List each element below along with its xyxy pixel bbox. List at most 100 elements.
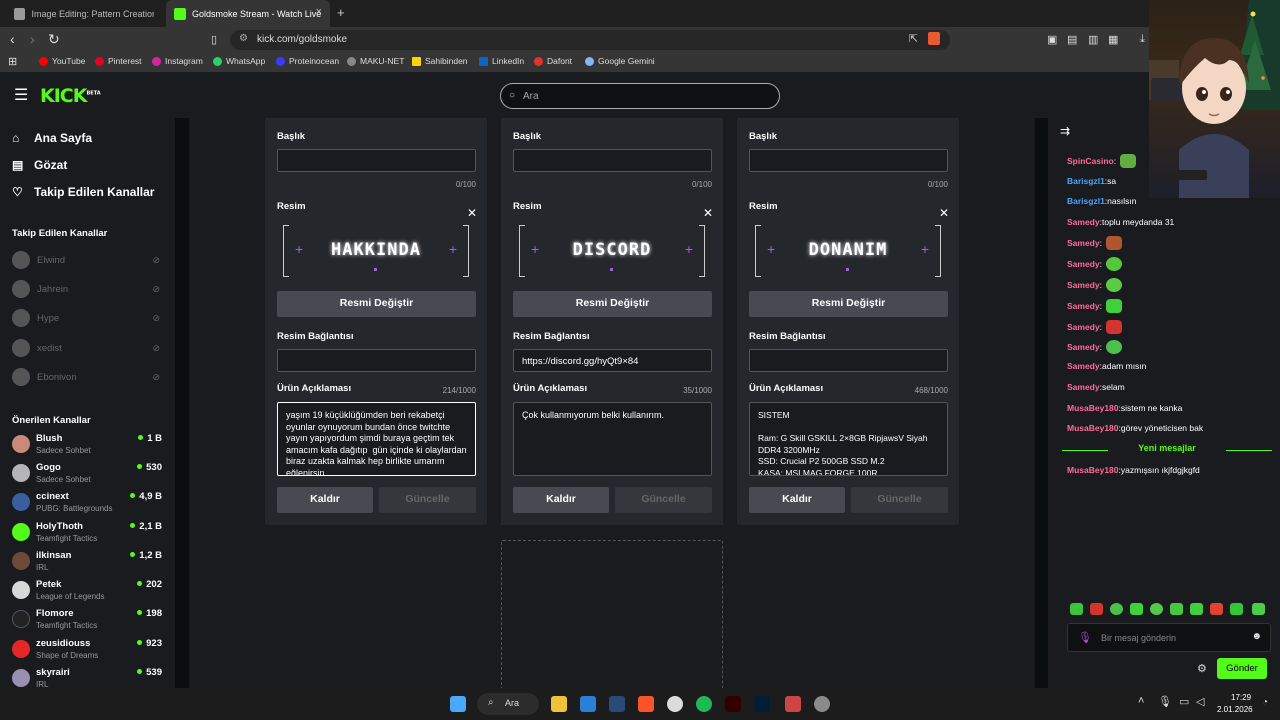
change-image-button[interactable]: Resmi Değiştir xyxy=(277,291,476,317)
chat-username[interactable]: Barisgzl1 xyxy=(1067,176,1105,186)
followed-channel[interactable]: Elwind ⊘ xyxy=(12,250,162,270)
chat-username[interactable]: Samedy xyxy=(1067,259,1100,269)
emote-icon[interactable] xyxy=(1130,603,1143,615)
chat-username[interactable]: Samedy xyxy=(1067,280,1100,290)
bookmark-sahibinden[interactable]: Sahibinden xyxy=(412,56,468,66)
emote-icon[interactable] xyxy=(1170,603,1183,615)
bookmark-whatsapp[interactable]: WhatsApp xyxy=(213,56,265,66)
mail-icon[interactable] xyxy=(580,696,596,712)
bookmark-instagram[interactable]: Instagram xyxy=(152,56,203,66)
sidebar-toggle-icon[interactable]: ▥ xyxy=(1088,33,1098,46)
change-image-button[interactable]: Resmi Değiştir xyxy=(513,291,712,317)
recommended-channel[interactable]: HolyThoth Teamfight Tactics 2,1 B xyxy=(12,519,162,547)
recommended-channel[interactable]: Petek League of Legends 202 xyxy=(12,577,162,605)
bookmark-maku-net[interactable]: MAKU-NET xyxy=(347,56,404,66)
image-link-input[interactable]: https://discord.gg/hyQt9×84 xyxy=(513,349,712,372)
emote-icon[interactable] xyxy=(1210,603,1223,615)
followed-channel[interactable]: Hype ⊘ xyxy=(12,308,162,328)
chat-username[interactable]: MusaBey180 xyxy=(1067,403,1119,413)
site-info-icon[interactable]: ⚙ xyxy=(239,33,248,44)
windows-start-icon[interactable] xyxy=(450,696,466,712)
emote-icon[interactable] xyxy=(1090,603,1103,615)
remove-button[interactable]: Kaldır xyxy=(277,487,373,513)
microphone-tray-icon[interactable]: 🎙 xyxy=(1158,695,1172,708)
remove-button[interactable]: Kaldır xyxy=(513,487,609,513)
chat-username[interactable]: Samedy xyxy=(1067,301,1100,311)
emote-icon[interactable] xyxy=(1230,603,1243,615)
browser-tab-1[interactable]: Image Editing: Pattern Creation - Gro xyxy=(6,0,162,27)
file-explorer-icon[interactable] xyxy=(551,696,567,712)
spotify-icon[interactable] xyxy=(696,696,712,712)
kick-logo[interactable]: KICKBETA xyxy=(40,85,101,107)
tray-chevron-icon[interactable]: ˄ xyxy=(1138,695,1144,707)
download-icon[interactable]: ⤓ xyxy=(1140,33,1145,46)
bookmark-youtube[interactable]: YouTube xyxy=(39,56,85,66)
followed-channel[interactable]: Jahrein ⊘ xyxy=(12,279,162,299)
recommended-channel[interactable]: Gogo Sadece Sohbet 530 xyxy=(12,460,162,488)
image-link-input[interactable] xyxy=(277,349,476,372)
emote-icon[interactable] xyxy=(1252,603,1265,615)
recommended-channel[interactable]: Blush Sadece Sohbet 1 B xyxy=(12,431,162,459)
chat-message-input[interactable]: 🎙 Bir mesaj gönderin ☻ xyxy=(1067,623,1271,652)
brave-browser-icon[interactable] xyxy=(638,696,654,712)
search-input[interactable]: ○ Ara xyxy=(500,83,780,109)
update-button[interactable]: Güncelle xyxy=(851,487,948,513)
menu-icon[interactable]: ☰ xyxy=(14,85,28,105)
recommended-channel[interactable]: ilkinsan IRL 1,2 B xyxy=(12,548,162,576)
valorant-icon[interactable] xyxy=(785,696,801,712)
emote-icon[interactable] xyxy=(1150,603,1163,615)
close-icon[interactable]: ✕ xyxy=(467,206,477,220)
bookmark-google-gemini[interactable]: Google Gemini xyxy=(585,56,655,66)
bookmark-linkedin[interactable]: LinkedIn xyxy=(479,56,524,66)
chat-username[interactable]: Samedy xyxy=(1067,361,1100,371)
title-input[interactable] xyxy=(277,149,476,172)
chat-username[interactable]: MusaBey180 xyxy=(1067,465,1119,475)
emote-icon[interactable] xyxy=(1190,603,1203,615)
collapse-chat-icon[interactable]: ⇉ xyxy=(1060,124,1070,138)
change-image-button[interactable]: Resmi Değiştir xyxy=(749,291,948,317)
title-input[interactable] xyxy=(513,149,712,172)
chat-settings-icon[interactable]: ⚙ xyxy=(1197,662,1207,675)
photoshop-icon[interactable] xyxy=(754,696,770,712)
description-textarea[interactable]: yaşım 19 küçüklüğümden beri rekabetçi oy… xyxy=(277,402,476,476)
illustrator-icon[interactable] xyxy=(725,696,741,712)
remove-button[interactable]: Kaldır xyxy=(749,487,845,513)
update-button[interactable]: Güncelle xyxy=(379,487,476,513)
bookmark-proteinocean[interactable]: Proteinocean xyxy=(276,56,339,66)
bookmark-icon[interactable]: ▯ xyxy=(211,33,217,46)
brave-shield-icon[interactable] xyxy=(928,32,940,45)
chat-username[interactable]: MusaBey180 xyxy=(1067,423,1119,433)
close-tab-icon[interactable]: × xyxy=(316,6,322,18)
followed-channel[interactable]: Ebonivon ⊘ xyxy=(12,367,162,387)
translate-icon[interactable]: ▤ xyxy=(1067,33,1077,46)
wallet-icon[interactable]: ▦ xyxy=(1108,33,1118,46)
nav-following[interactable]: ♡ Takip Edilen Kanallar xyxy=(12,185,154,199)
emote-icon[interactable] xyxy=(1110,603,1123,615)
emoji-picker-icon[interactable]: ☻ xyxy=(1251,631,1262,642)
nav-browse[interactable]: ▤ Gözat xyxy=(12,158,67,172)
send-button[interactable]: Gönder xyxy=(1217,658,1267,679)
bookmark-dafont[interactable]: Dafont xyxy=(534,56,572,66)
chat-username[interactable]: SpinCasino xyxy=(1067,156,1114,166)
clock-time[interactable]: 17:29 xyxy=(1231,693,1251,702)
recommended-channel[interactable]: zeusidiouss Shape of Dreams 923 xyxy=(12,636,162,664)
description-textarea[interactable]: SISTEM Ram: G Skill GSKILL 2×8GB Ripjaws… xyxy=(749,402,948,476)
volume-icon[interactable]: ◁ xyxy=(1196,695,1204,708)
network-icon[interactable]: ▭ xyxy=(1179,695,1189,708)
share-icon[interactable]: ⇱ xyxy=(909,32,918,45)
chat-username[interactable]: Samedy xyxy=(1067,217,1100,227)
reload-icon[interactable]: ↻ xyxy=(48,31,60,48)
update-button[interactable]: Güncelle xyxy=(615,487,712,513)
new-messages-divider[interactable]: Yeni mesajlar xyxy=(1062,443,1272,457)
microphone-icon[interactable]: 🎙 xyxy=(1078,631,1092,644)
new-tab-icon[interactable]: + xyxy=(337,5,345,20)
chat-username[interactable]: Samedy xyxy=(1067,382,1100,392)
clock-date[interactable]: 2.01.2026 xyxy=(1217,705,1253,714)
add-panel-placeholder[interactable] xyxy=(501,540,723,690)
steam-icon[interactable] xyxy=(609,696,625,712)
bookmark-pinterest[interactable]: Pinterest xyxy=(95,56,142,66)
title-input[interactable] xyxy=(749,149,948,172)
close-icon[interactable]: ✕ xyxy=(939,206,949,220)
chat-username[interactable]: Samedy xyxy=(1067,238,1100,248)
image-link-input[interactable] xyxy=(749,349,948,372)
